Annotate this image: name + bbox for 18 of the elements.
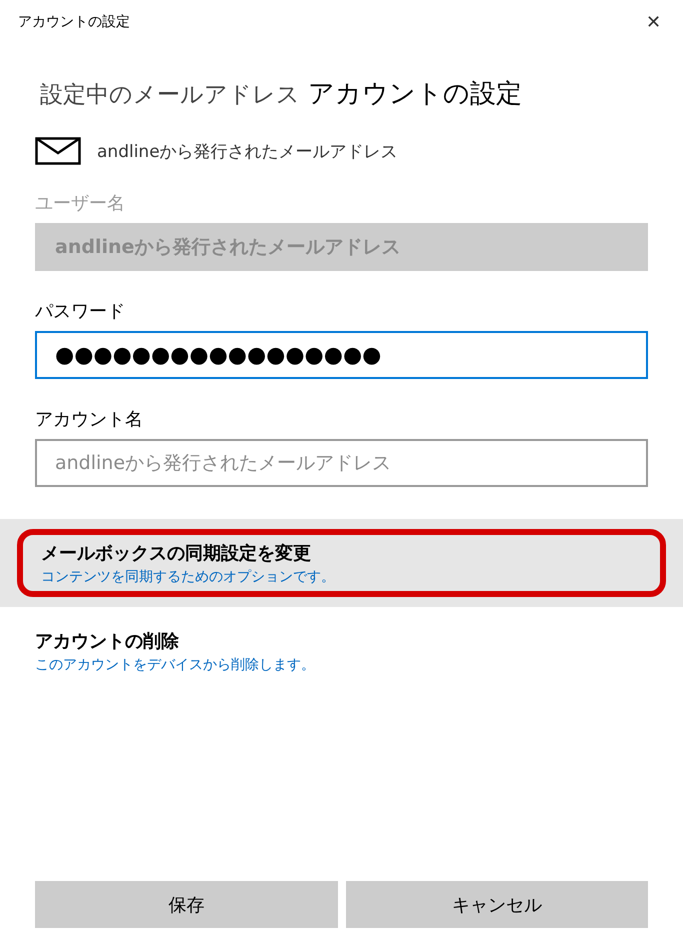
account-address: andlineから発行されたメールアドレス: [97, 140, 398, 162]
option-item[interactable]: メールボックスの同期設定を変更 コンテンツを同期するためのオプションです。: [0, 519, 683, 607]
field-label: パスワード: [35, 300, 126, 323]
input-field[interactable]: ●●●●●●●●●●●●●●●●●: [35, 331, 648, 379]
mail-icon: [35, 137, 81, 165]
field-label: ユーザー名: [35, 192, 126, 215]
page-heading: アカウントの設定: [308, 78, 522, 111]
option-description: このアカウントをデバイスから削除します。: [35, 656, 316, 674]
cancel-button[interactable]: キャンセル: [346, 881, 648, 928]
window-title: アカウントの設定: [18, 13, 130, 31]
heading-prefix: 設定中のメールアドレス: [40, 81, 300, 110]
save-button[interactable]: 保存: [35, 881, 338, 928]
input-field[interactable]: andlineから発行されたメールアドレス: [35, 439, 648, 487]
close-button[interactable]: ✕: [646, 11, 661, 33]
option-title[interactable]: アカウントの削除: [35, 629, 648, 653]
field-label: アカウント名: [35, 408, 144, 431]
option-title[interactable]: メールボックスの同期設定を変更: [41, 540, 660, 564]
option-description: コンテンツを同期するためのオプションです。: [41, 568, 336, 586]
